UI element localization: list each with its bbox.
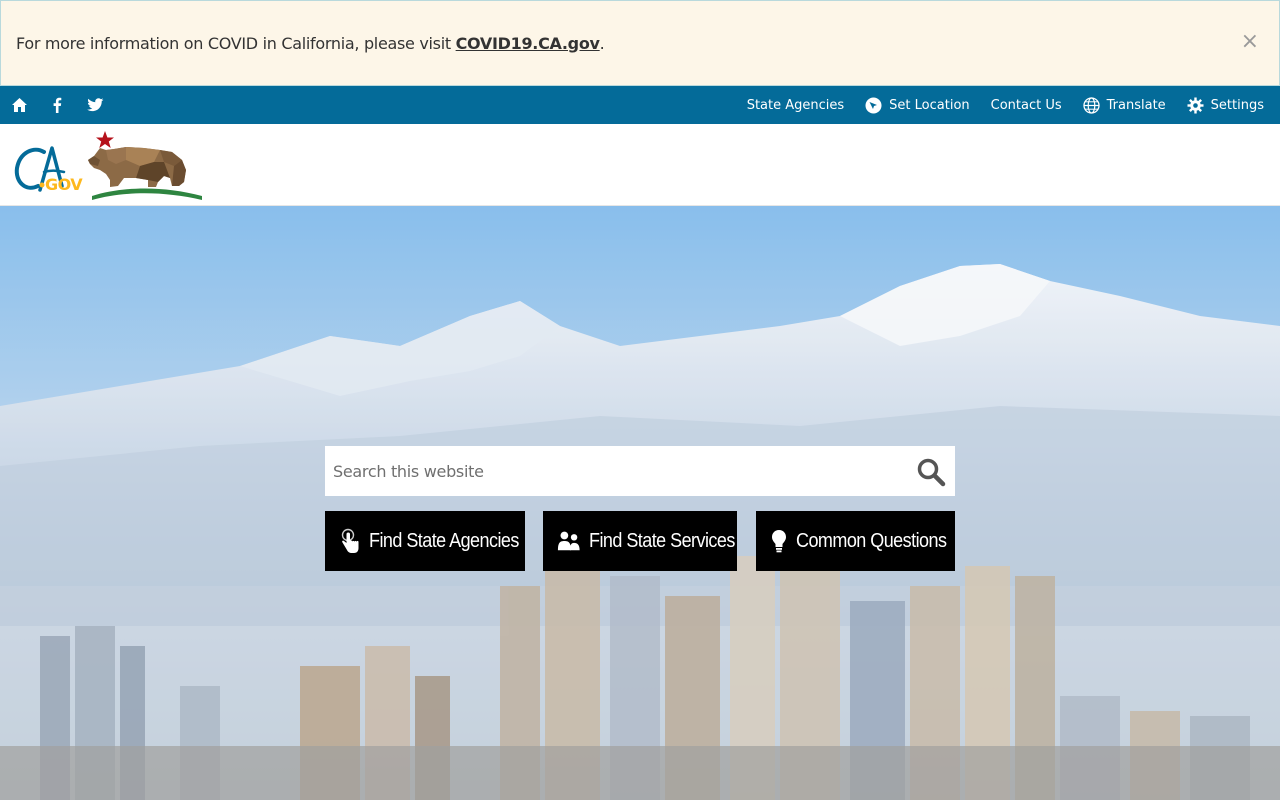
social-links	[0, 96, 124, 114]
search-box	[325, 446, 955, 496]
svg-text:GOV: GOV	[45, 175, 83, 194]
branding-header: GOV	[0, 124, 1280, 206]
contact-us-link[interactable]: Contact Us	[991, 98, 1062, 113]
utility-header: State Agencies Set Location Contact Us T…	[0, 86, 1280, 124]
settings-label: Settings	[1210, 97, 1264, 113]
pointer-hand-icon	[339, 527, 361, 555]
state-agencies-link[interactable]: State Agencies	[747, 98, 844, 113]
find-state-services-button[interactable]: Find State Services	[543, 511, 737, 571]
common-questions-label: Common Questions	[796, 529, 947, 552]
hero-background-image	[0, 206, 1280, 800]
alert-message-suffix: .	[599, 33, 605, 53]
home-icon[interactable]	[10, 96, 28, 114]
search-button[interactable]	[915, 456, 947, 488]
covid-link[interactable]: COVID19.CA.gov	[456, 34, 600, 53]
set-location-label: Set Location	[889, 97, 970, 113]
alert-message-text: For more information on COVID in Califor…	[16, 33, 456, 53]
find-state-agencies-label: Find State Agencies	[369, 529, 519, 552]
gear-icon	[1187, 97, 1204, 113]
hero-banner: Find State Agencies Find State Services …	[0, 206, 1280, 800]
twitter-icon[interactable]	[86, 96, 104, 114]
location-icon	[865, 97, 882, 113]
state-agencies-label: State Agencies	[746, 97, 845, 113]
alert-close-button[interactable]: ×	[1241, 31, 1259, 53]
search-icon	[917, 458, 946, 487]
lightbulb-icon	[770, 527, 788, 555]
find-state-services-label: Find State Services	[589, 529, 735, 552]
translate-label: Translate	[1106, 97, 1166, 113]
alert-message: For more information on COVID in Califor…	[16, 33, 605, 53]
globe-icon	[1082, 96, 1100, 114]
find-state-agencies-button[interactable]: Find State Agencies	[325, 511, 525, 571]
covid-alert-banner: For more information on COVID in Califor…	[0, 0, 1280, 86]
settings-link[interactable]: Settings	[1187, 97, 1264, 114]
search-input[interactable]	[325, 447, 885, 495]
ca-gov-logo[interactable]: GOV	[14, 130, 204, 202]
facebook-icon[interactable]	[48, 96, 66, 114]
utility-links: State Agencies Set Location Contact Us T…	[726, 86, 1264, 124]
common-questions-button[interactable]: Common Questions	[756, 511, 955, 571]
contact-us-label: Contact Us	[990, 97, 1062, 113]
set-location-link[interactable]: Set Location	[865, 97, 970, 114]
people-icon	[557, 527, 581, 555]
translate-link[interactable]: Translate	[1082, 96, 1166, 114]
